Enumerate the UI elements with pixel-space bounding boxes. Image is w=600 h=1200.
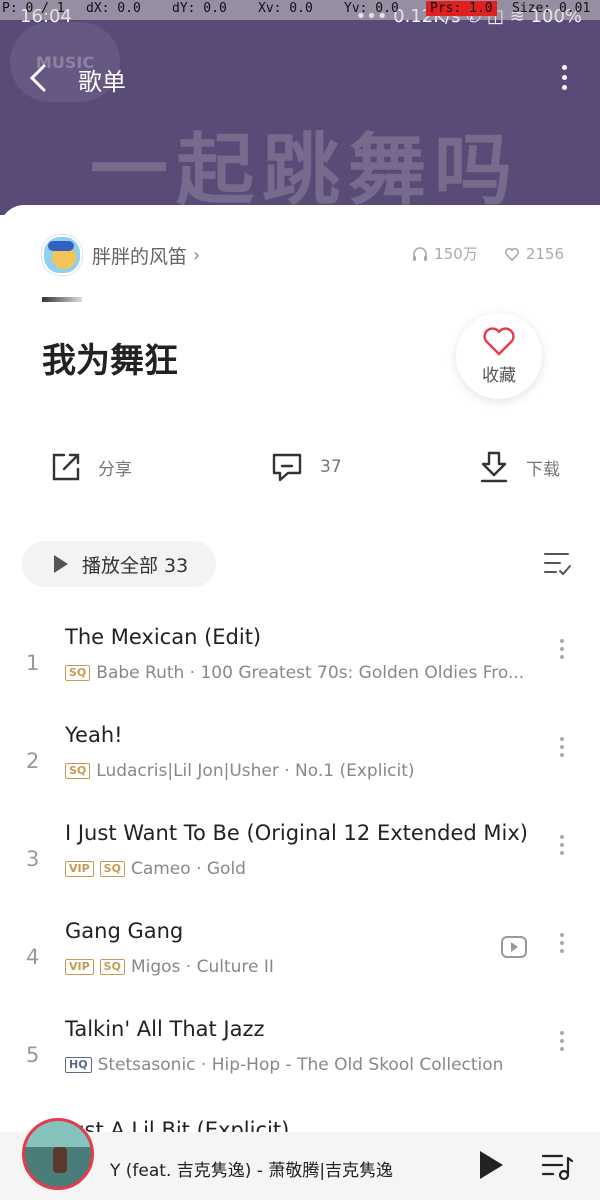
song-row[interactable]: 1 The Mexican (Edit) SQ Babe Ruth · 100 Gre… bbox=[0, 625, 600, 715]
play-all-button[interactable]: 播放全部 33 bbox=[22, 541, 216, 587]
playlist-header: MUSIC 一起跳舞吗 16:04 ••• 0.12K/s ✆ ◫ ≋ 100%… bbox=[0, 0, 600, 216]
song-more-button[interactable] bbox=[558, 929, 566, 957]
hq-badge: HQ bbox=[65, 1057, 92, 1073]
creator-link[interactable]: 胖胖的风笛 › bbox=[42, 235, 200, 275]
favorite-label: 收藏 bbox=[482, 365, 516, 386]
download-icon bbox=[480, 451, 508, 483]
favorite-button[interactable]: 收藏 bbox=[456, 313, 542, 399]
debug-prs: Prs: 1.0 bbox=[426, 1, 497, 16]
comment-icon bbox=[272, 453, 302, 482]
playlist-card: 胖胖的风笛 › 150万 2156 我为舞狂 收藏 分享 37 下载 播放全部 … bbox=[0, 205, 600, 1200]
song-more-button[interactable] bbox=[558, 635, 566, 663]
playlist-queue-button[interactable] bbox=[540, 1152, 574, 1186]
song-artist-album: Ludacris|Lil Jon|Usher · No.1 (Explicit) bbox=[96, 761, 415, 781]
playlist-stats: 150万 2156 bbox=[412, 243, 564, 264]
song-artist-album: Cameo · Gold bbox=[130, 859, 246, 879]
song-title: The Mexican (Edit) bbox=[65, 625, 262, 649]
creator-avatar bbox=[42, 235, 82, 275]
sq-badge: SQ bbox=[99, 959, 125, 975]
song-artist-album: Migos · Culture II bbox=[130, 957, 274, 977]
play-count: 150万 bbox=[434, 245, 478, 263]
action-row: 分享 37 下载 bbox=[0, 447, 600, 497]
multi-select-button[interactable] bbox=[542, 550, 572, 582]
download-label: 下载 bbox=[526, 459, 560, 480]
more-vertical-icon bbox=[556, 65, 572, 90]
play-icon bbox=[480, 1151, 503, 1179]
song-more-button[interactable] bbox=[558, 831, 566, 859]
more-options-button[interactable] bbox=[556, 60, 572, 100]
heart-icon bbox=[483, 326, 515, 355]
debug-xv: Xv: 0.0 bbox=[258, 1, 313, 16]
back-button[interactable] bbox=[24, 58, 60, 98]
chevron-right-icon: › bbox=[193, 244, 201, 266]
heart-outline-icon bbox=[504, 247, 519, 261]
header-title: 歌单 bbox=[78, 68, 126, 96]
vip-badge: VIP bbox=[65, 959, 94, 975]
pointer-debug-bar: P: 0 / 1 dX: 0.0 dY: 0.0 Xv: 0.0 Yv: 0.0… bbox=[0, 0, 600, 20]
song-artist-album: Babe Ruth · 100 Greatest 70s: Golden Old… bbox=[96, 663, 525, 683]
song-meta: VIP SQ Migos · Culture II bbox=[65, 957, 274, 977]
song-index: 4 bbox=[26, 945, 40, 969]
song-title: I Just Want To Be (Original 12 Extended … bbox=[65, 821, 528, 845]
debug-size: Size: 0.01 bbox=[512, 1, 591, 16]
headphones-icon bbox=[413, 246, 428, 261]
debug-yv: Yv: 0.0 bbox=[344, 1, 399, 16]
song-index: 1 bbox=[26, 651, 40, 675]
download-button[interactable]: 下载 bbox=[478, 447, 560, 487]
title-decoration bbox=[42, 297, 82, 302]
background-title: 一起跳舞吗 bbox=[90, 126, 521, 216]
song-index: 2 bbox=[26, 749, 40, 773]
now-playing-text: Y (feat. 吉克隽逸) - 萧敬腾|吉克隽逸 bbox=[110, 1161, 394, 1181]
song-title: Talkin' All That Jazz bbox=[65, 1017, 265, 1041]
vip-badge: VIP bbox=[65, 861, 94, 877]
song-row[interactable]: 4 Gang Gang VIP SQ Migos · Culture II bbox=[0, 919, 600, 1009]
playlist-title: 我为舞狂 bbox=[42, 341, 178, 381]
play-icon bbox=[54, 555, 68, 573]
sq-badge: SQ bbox=[65, 665, 91, 681]
comments-button[interactable]: 37 bbox=[270, 447, 342, 487]
song-more-button[interactable] bbox=[558, 733, 566, 761]
song-meta: SQ Babe Ruth · 100 Greatest 70s: Golden O… bbox=[65, 663, 524, 683]
song-title: Yeah! bbox=[65, 723, 123, 747]
mini-play-button[interactable] bbox=[476, 1148, 506, 1186]
comment-count: 37 bbox=[320, 457, 342, 477]
sq-badge: SQ bbox=[99, 861, 125, 877]
share-button[interactable]: 分享 bbox=[50, 447, 132, 487]
mini-player[interactable]: Y (feat. 吉克隽逸) - 萧敬腾|吉克隽逸 bbox=[0, 1118, 600, 1200]
song-artist-album: Stetsasonic · Hip-Hop - The Old Skool Co… bbox=[97, 1055, 504, 1075]
list-check-icon bbox=[544, 553, 571, 576]
creator-name: 胖胖的风笛 bbox=[92, 245, 188, 268]
debug-dx: dX: 0.0 bbox=[86, 1, 141, 16]
sq-badge: SQ bbox=[65, 763, 91, 779]
song-title: Gang Gang bbox=[65, 919, 184, 943]
song-row[interactable]: 2 Yeah! SQ Ludacris|Lil Jon|Usher · No.1 (E… bbox=[0, 723, 600, 813]
play-all-label: 播放全部 33 bbox=[82, 554, 189, 577]
music-list-icon bbox=[541, 1154, 574, 1181]
debug-p: P: 0 / 1 bbox=[2, 1, 65, 16]
debug-dy: dY: 0.0 bbox=[172, 1, 227, 16]
song-row[interactable]: 3 I Just Want To Be (Original 12 Extended… bbox=[0, 821, 600, 911]
share-icon bbox=[52, 453, 80, 481]
song-meta: VIP SQ Cameo · Gold bbox=[65, 859, 246, 879]
video-icon[interactable] bbox=[500, 935, 528, 959]
song-more-button[interactable] bbox=[558, 1027, 566, 1055]
song-row[interactable]: 5 Talkin' All That Jazz HQ Stetsasonic · Hi… bbox=[0, 1017, 600, 1107]
like-count: 2156 bbox=[525, 244, 564, 263]
chevron-left-icon bbox=[29, 64, 46, 92]
album-art[interactable] bbox=[22, 1118, 94, 1190]
song-meta: SQ Ludacris|Lil Jon|Usher · No.1 (Explici… bbox=[65, 761, 415, 781]
share-label: 分享 bbox=[98, 459, 132, 480]
song-meta: HQ Stetsasonic · Hip-Hop - The Old Skool … bbox=[65, 1055, 503, 1075]
song-index: 3 bbox=[26, 847, 40, 871]
song-index: 5 bbox=[26, 1043, 40, 1067]
